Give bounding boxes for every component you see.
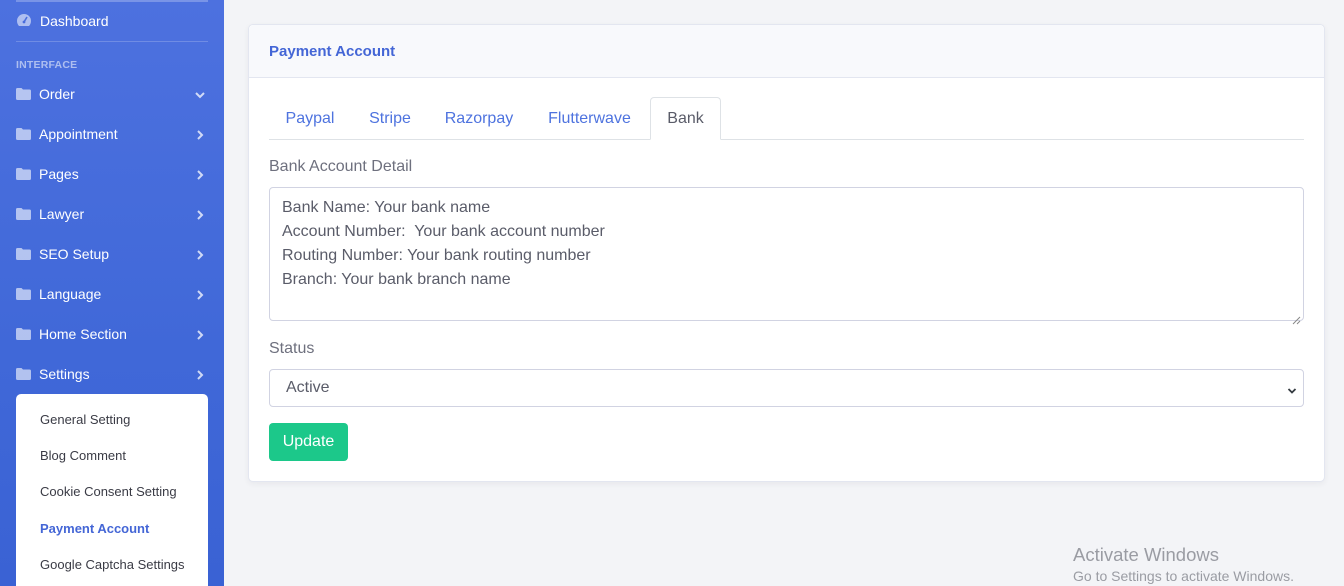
- sidebar-item-home-section[interactable]: Home Section: [16, 322, 208, 346]
- sidebar-item-order[interactable]: Order: [16, 82, 208, 106]
- payment-account-card: Payment Account Paypal Stripe Razorpay F…: [248, 24, 1325, 482]
- status-select-value: Active: [286, 379, 330, 396]
- status-select[interactable]: Active: [269, 369, 1304, 407]
- card-title: Payment Account: [269, 42, 396, 60]
- sidebar-item-label: Settings: [39, 366, 90, 382]
- folder-icon: [16, 88, 31, 100]
- windows-activation-watermark: Activate Windows Go to Settings to activ…: [1073, 544, 1294, 584]
- tab-paypal[interactable]: Paypal: [269, 97, 351, 140]
- settings-submenu: General Setting Blog Comment Cookie Cons…: [16, 394, 208, 586]
- tab-stripe[interactable]: Stripe: [351, 97, 429, 140]
- tab-razorpay[interactable]: Razorpay: [429, 97, 529, 140]
- folder-icon: [16, 288, 31, 300]
- textarea-line: Bank Name: Your bank name: [282, 199, 491, 216]
- update-button[interactable]: Update: [269, 423, 348, 461]
- sidebar-item-lawyer[interactable]: Lawyer: [16, 202, 208, 226]
- watermark-title: Activate Windows: [1073, 544, 1219, 565]
- payment-tabs: Paypal Stripe Razorpay Flutterwave Bank: [269, 97, 1304, 140]
- tab-flutterwave[interactable]: Flutterwave: [529, 97, 650, 140]
- folder-icon: [16, 128, 31, 140]
- chevron-right-icon: [194, 328, 206, 340]
- sidebar-item-label: Dashboard: [40, 13, 109, 29]
- textarea-line: Branch: Your bank branch name: [282, 271, 511, 288]
- sidebar-item-label: Pages: [39, 166, 79, 182]
- sidebar-heading-interface: INTERFACE: [16, 59, 78, 71]
- tab-bank[interactable]: Bank: [650, 97, 721, 140]
- textarea-line: Account Number: Your bank account number: [282, 223, 605, 240]
- submenu-item-cookie-consent-setting[interactable]: Cookie Consent Setting: [40, 484, 177, 499]
- sidebar-divider: [16, 41, 208, 42]
- sidebar-item-settings[interactable]: Settings: [16, 362, 208, 386]
- sidebar-item-label: Language: [39, 286, 102, 302]
- watermark-subtitle: Go to Settings to activate Windows.: [1073, 568, 1294, 584]
- chevron-down-icon: [194, 88, 206, 100]
- chevron-right-icon: [194, 208, 206, 220]
- folder-icon: [16, 168, 31, 180]
- submenu-item-general-setting[interactable]: General Setting: [40, 412, 130, 427]
- bank-account-detail-label: Bank Account Detail: [269, 158, 413, 175]
- textarea-line: Routing Number: Your bank routing number: [282, 247, 591, 264]
- submenu-item-payment-account[interactable]: Payment Account: [40, 521, 149, 536]
- chevron-right-icon: [194, 168, 206, 180]
- folder-icon: [16, 208, 31, 220]
- folder-icon: [16, 248, 31, 260]
- tachometer-icon: [16, 13, 32, 30]
- chevron-right-icon: [194, 128, 206, 140]
- card-header: Payment Account: [249, 25, 1324, 78]
- folder-icon: [16, 328, 31, 340]
- sidebar-item-label: Lawyer: [39, 206, 85, 222]
- resize-handle-icon[interactable]: [1292, 309, 1301, 325]
- sidebar: Dashboard INTERFACE Order Appointment Pa…: [0, 0, 224, 586]
- sidebar-item-appointment[interactable]: Appointment: [16, 122, 208, 146]
- sidebar-top-divider: [16, 0, 208, 2]
- chevron-right-icon: [194, 248, 206, 260]
- chevron-right-icon: [194, 368, 206, 380]
- bank-account-detail-textarea[interactable]: Bank Name: Your bank name Account Number…: [269, 187, 1304, 325]
- sidebar-item-language[interactable]: Language: [16, 282, 208, 306]
- submenu-item-blog-comment[interactable]: Blog Comment: [40, 448, 126, 463]
- sidebar-item-pages[interactable]: Pages: [16, 162, 208, 186]
- sidebar-item-label: Home Section: [39, 326, 127, 342]
- chevron-right-icon: [194, 288, 206, 300]
- sidebar-item-label: Appointment: [39, 126, 118, 142]
- sidebar-item-dashboard[interactable]: Dashboard: [16, 10, 109, 32]
- chevron-down-icon: [1287, 383, 1297, 394]
- status-label: Status: [269, 340, 315, 357]
- sidebar-item-seo-setup[interactable]: SEO Setup: [16, 242, 208, 266]
- sidebar-item-label: SEO Setup: [39, 246, 110, 262]
- sidebar-item-label: Order: [39, 86, 75, 102]
- folder-icon: [16, 368, 31, 380]
- submenu-item-google-captcha-settings[interactable]: Google Captcha Settings: [40, 557, 185, 572]
